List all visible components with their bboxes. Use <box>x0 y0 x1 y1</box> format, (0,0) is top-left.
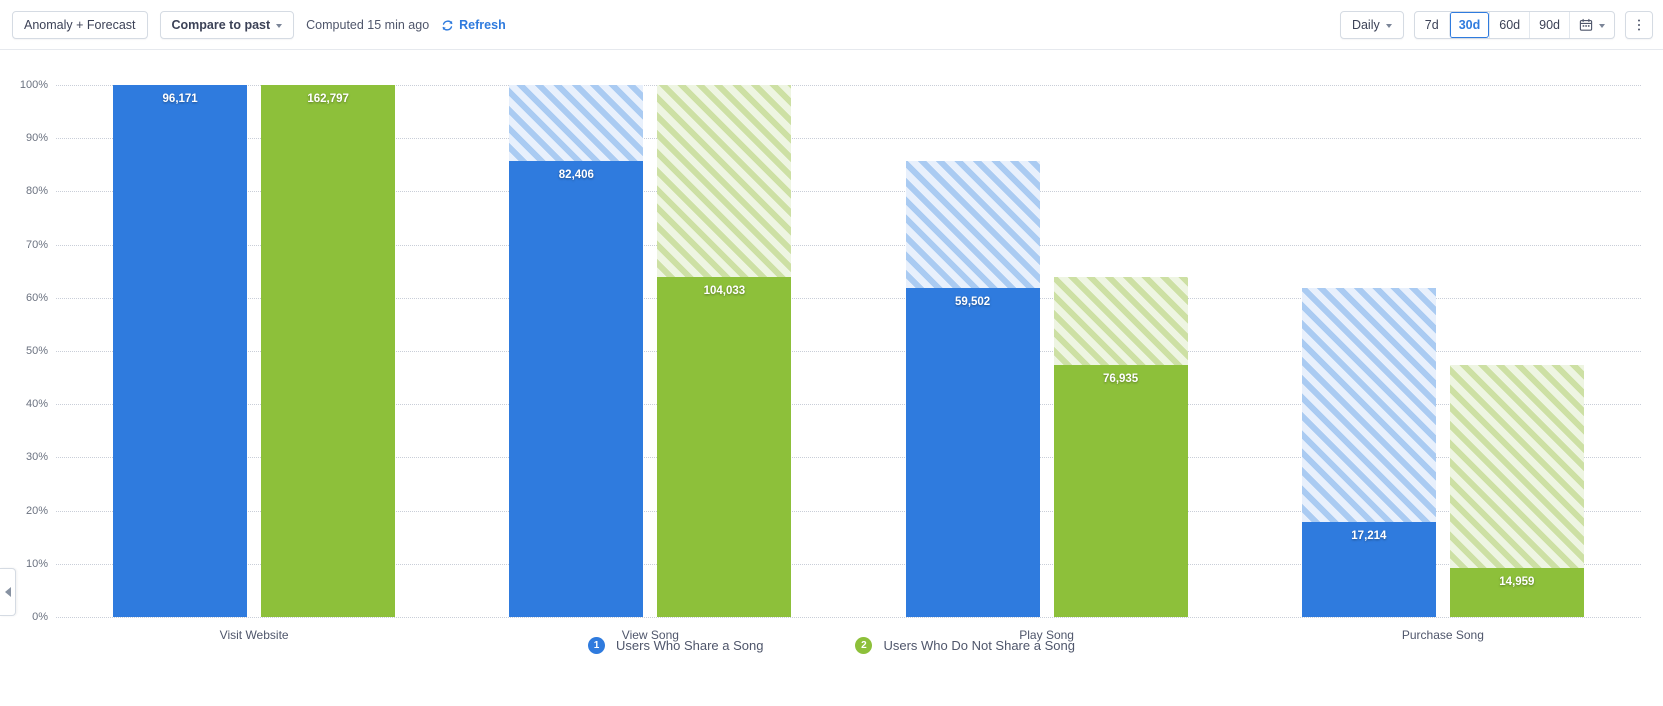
range-option-30d[interactable]: 30d <box>1448 12 1490 38</box>
funnel-bar[interactable]: 96,171 <box>113 85 248 617</box>
y-axis-tick-label: 20% <box>25 504 48 517</box>
y-axis-tick-label: 90% <box>25 132 48 145</box>
range-option-7d[interactable]: 7d <box>1415 12 1449 38</box>
funnel-bar[interactable]: 17,214 <box>1301 287 1436 617</box>
funnel-dropoff-segment[interactable] <box>905 161 1040 288</box>
date-range-segmented-control: 7d 30d 60d 90d <box>1413 11 1615 39</box>
chart-toolbar: Anomaly + Forecast Compare to past Compu… <box>0 0 1663 50</box>
funnel-step-group: 96,171 162,797 <box>113 85 396 617</box>
funnel-bar[interactable]: 14,959 <box>1449 365 1584 617</box>
more-options-button[interactable] <box>1625 11 1653 39</box>
collapse-panel-handle[interactable] <box>0 568 16 616</box>
y-axis: 0% 10% 20% 30% 40% 50% 60% 70% 80% 90% 100% <box>0 79 48 623</box>
y-axis-tick-label: 70% <box>25 238 48 251</box>
y-axis-tick-label: 80% <box>25 185 48 198</box>
chevron-left-icon <box>4 587 11 597</box>
gridline <box>56 617 1641 618</box>
funnel-chart: 0% 10% 20% 30% 40% 50% 60% 70% 80% 90% 100% 96,171… <box>0 50 1663 706</box>
funnel-dropoff-segment[interactable] <box>1301 287 1436 522</box>
funnel-dropoff-segment[interactable] <box>1053 277 1188 366</box>
granularity-label: Daily <box>1351 18 1380 32</box>
range-option-60d[interactable]: 60d <box>1489 12 1529 38</box>
anomaly-forecast-button[interactable]: Anomaly + Forecast <box>12 11 148 39</box>
anomaly-forecast-label: Anomaly + Forecast <box>24 18 136 32</box>
y-axis-tick-label: 0% <box>32 611 48 623</box>
calendar-icon <box>1579 18 1593 31</box>
y-axis-tick-label: 50% <box>25 345 48 357</box>
kebab-menu-icon <box>1637 23 1641 27</box>
legend-label: Users Who Share a Song <box>616 637 764 653</box>
funnel-dropoff-segment[interactable] <box>1449 365 1584 569</box>
computed-timestamp: Computed 15 min ago <box>306 18 430 32</box>
funnel-bar[interactable]: 82,406 <box>509 85 644 617</box>
refresh-icon <box>442 19 453 31</box>
y-axis-tick-label: 30% <box>25 451 48 464</box>
custom-date-picker[interactable] <box>1569 12 1614 38</box>
chevron-down-icon <box>276 24 283 28</box>
legend-label: Users Who Do Not Share a Song <box>883 637 1075 653</box>
funnel-retained-segment[interactable] <box>261 85 396 617</box>
funnel-bar[interactable]: 162,797 <box>261 85 396 617</box>
funnel-retained-segment[interactable] <box>905 287 1040 617</box>
funnel-bar[interactable]: 104,033 <box>657 85 792 617</box>
chevron-down-icon <box>1599 24 1605 28</box>
toolbar-right-group: Daily 7d 30d 60d 90d <box>1339 0 1653 50</box>
funnel-dropoff-segment[interactable] <box>509 85 644 162</box>
y-axis-tick-label: 40% <box>25 398 48 411</box>
funnel-step-group: 82,406 104,033 <box>509 85 792 617</box>
y-axis-tick-label: 60% <box>25 291 48 304</box>
legend-item[interactable]: 1 Users Who Share a Song <box>588 636 764 654</box>
refresh-button[interactable]: Refresh <box>441 18 506 32</box>
chevron-down-icon <box>1385 24 1392 28</box>
legend-step-badge: 2 <box>855 636 873 654</box>
range-option-label: 7d <box>1424 18 1439 32</box>
funnel-bar[interactable]: 59,502 <box>905 161 1040 617</box>
funnel-bar[interactable]: 76,935 <box>1053 277 1188 617</box>
compare-to-past-dropdown[interactable]: Compare to past <box>159 11 295 39</box>
funnel-retained-segment[interactable] <box>657 277 792 617</box>
funnel-retained-segment[interactable] <box>1301 521 1436 617</box>
funnel-retained-segment[interactable] <box>1449 568 1584 617</box>
plot-area: 96,171 162,797 82,406 104,033 59,502 76,935 17… <box>56 85 1641 617</box>
y-axis-tick-label: 10% <box>25 557 48 570</box>
legend-step-badge: 1 <box>588 636 606 654</box>
granularity-dropdown[interactable]: Daily <box>1339 11 1404 39</box>
range-option-90d[interactable]: 90d <box>1529 12 1569 38</box>
funnel-dropoff-segment[interactable] <box>657 85 792 278</box>
funnel-step-group: 17,214 14,959 <box>1301 85 1584 617</box>
refresh-label: Refresh <box>459 18 506 32</box>
y-axis-tick-label: 100% <box>19 79 48 91</box>
funnel-retained-segment[interactable] <box>509 161 644 617</box>
range-option-label: 30d <box>1458 18 1481 32</box>
range-option-label: 90d <box>1539 18 1560 32</box>
legend-item[interactable]: 2 Users Who Do Not Share a Song <box>855 636 1075 654</box>
chart-legend: 1 Users Who Share a Song 2 Users Who Do Not… <box>0 625 1663 665</box>
toolbar-left-group: Anomaly + Forecast Compare to past Compu… <box>12 0 506 50</box>
funnel-step-group: 59,502 76,935 <box>905 85 1188 617</box>
funnel-retained-segment[interactable] <box>1053 365 1188 617</box>
range-option-label: 60d <box>1499 18 1521 32</box>
funnel-retained-segment[interactable] <box>113 85 248 617</box>
compare-to-past-label: Compare to past <box>171 18 271 32</box>
